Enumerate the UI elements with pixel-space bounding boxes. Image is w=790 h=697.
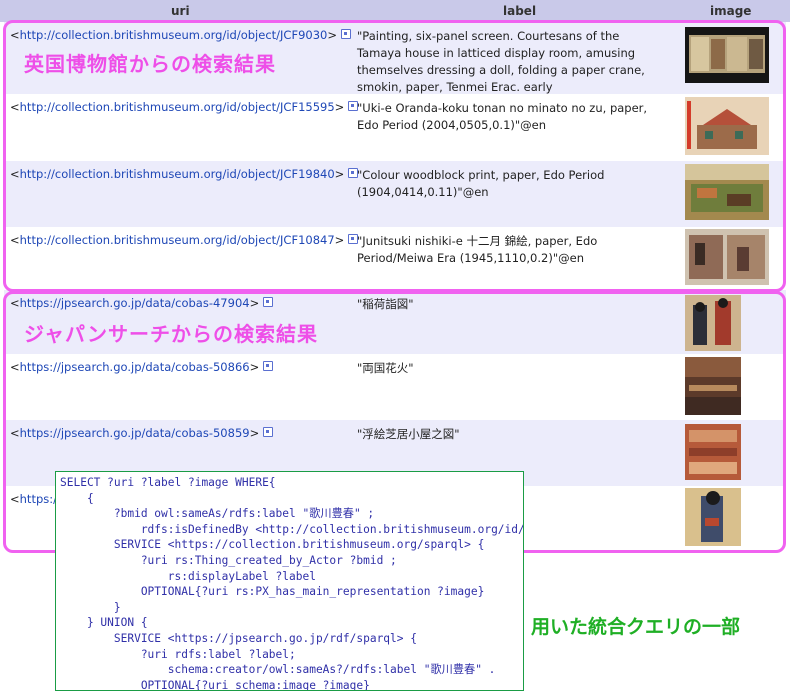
- query-line: ?bmid owl:sameAs/rdfs:label "歌川豊春" ;: [60, 507, 375, 521]
- column-header-image: image: [710, 4, 752, 18]
- query-caption: 用いた統合クエリの一部: [531, 616, 741, 638]
- table-header: uri label image: [0, 0, 790, 22]
- japan-search-results-title: ジャパンサーチからの検索結果: [24, 322, 318, 346]
- column-header-label: label: [503, 4, 537, 18]
- british-museum-results-title: 英国博物館からの検索結果: [24, 52, 276, 76]
- query-line: ?uri rdfs:label ?label;: [60, 647, 296, 661]
- query-line: OPTIONAL{?uri schema:image ?image}: [60, 678, 370, 691]
- query-line: schema:creator/owl:sameAs?/rdfs:label "歌…: [60, 663, 496, 677]
- query-line: ?uri rs:Thing_created_by_Actor ?bmid ;: [60, 553, 397, 567]
- sparql-query-box: SELECT ?uri ?label ?image WHERE{ { ?bmid…: [55, 471, 524, 691]
- query-line: rdfs:isDefinedBy <http://collection.brit…: [60, 522, 524, 536]
- query-line: SERVICE <https://jpsearch.go.jp/rdf/spar…: [60, 631, 417, 645]
- query-line: SELECT ?uri ?label ?image WHERE{: [60, 476, 276, 489]
- query-line: {: [60, 491, 94, 505]
- column-header-uri: uri: [171, 4, 190, 18]
- query-line: OPTIONAL{?uri rs:PX_has_main_representat…: [60, 585, 485, 599]
- query-line: } UNION {: [60, 616, 148, 630]
- query-line: }: [60, 600, 121, 614]
- query-line: SERVICE <https://collection.britishmuseu…: [60, 538, 485, 552]
- query-line: rs:displayLabel ?label: [60, 569, 316, 583]
